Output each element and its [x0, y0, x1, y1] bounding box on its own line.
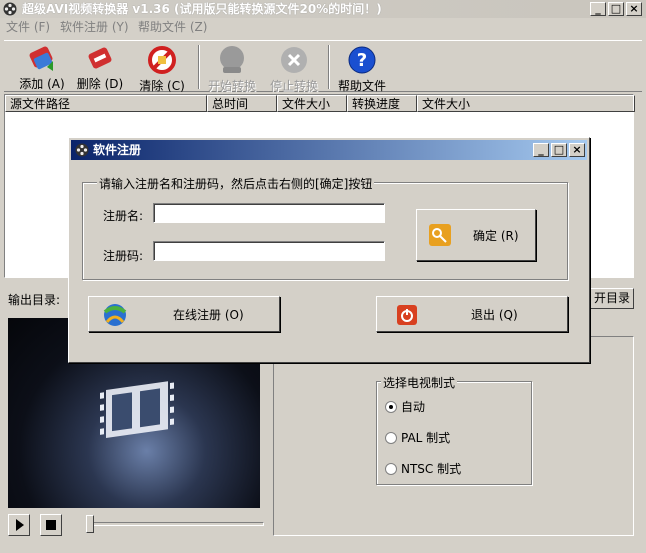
radio-pal-label: PAL 制式 [401, 431, 451, 445]
tv-standard-group: 选择电视制式 自动 PAL 制式 NTSC 制式 [376, 374, 532, 485]
help-button[interactable]: ? 帮助文件 [334, 43, 390, 93]
column-file-size[interactable]: 文件大小 [277, 95, 347, 112]
start-convert-button[interactable]: 开始转换 [204, 43, 260, 93]
column-total-time[interactable]: 总时间 [207, 95, 277, 112]
dialog-maximize-button[interactable]: □ [551, 143, 567, 157]
confirm-button[interactable]: 确定 (R) [416, 209, 536, 261]
help-question-icon: ? [348, 46, 376, 74]
player-controls [8, 514, 264, 536]
clear-button[interactable]: 清除 (C) [134, 43, 190, 93]
registration-dialog: 软件注册 _ □ × 请输入注册名和注册码，然后点击右侧的[确定]按钮 注册名:… [68, 137, 590, 363]
delete-button-label: 删除 (D) [76, 77, 124, 91]
online-register-button[interactable]: 在线注册 (O) [88, 296, 280, 332]
radio-ntsc-label: NTSC 制式 [401, 462, 462, 476]
menu-bar: 文件 (F) 软件注册 (Y) 帮助文件 (Z) [0, 18, 646, 37]
radio-pal-dot[interactable] [385, 431, 397, 444]
register-name-field[interactable] [153, 203, 385, 223]
play-icon [16, 519, 24, 531]
online-register-label: 在线注册 (O) [173, 307, 244, 322]
key-icon [429, 224, 451, 246]
code-label: 注册码: [103, 249, 144, 263]
stop-convert-label: 停止转换 [269, 79, 318, 93]
clear-prohibit-icon [148, 46, 176, 74]
online-register-icon [103, 304, 127, 326]
window-title: 超级AVI视频转换器 v1.36 (试用版只能转换源文件20%的时间！) [22, 2, 382, 16]
svg-text:?: ? [357, 50, 367, 71]
stop-convert-icon [281, 47, 307, 73]
dialog-minimize-button[interactable]: _ [533, 143, 549, 157]
register-code-field[interactable] [153, 241, 385, 261]
confirm-label: 确定 (R) [473, 228, 519, 243]
add-file-icon [29, 46, 53, 71]
stop-icon [46, 520, 56, 530]
start-convert-label: 开始转换 [207, 79, 256, 93]
radio-pal[interactable]: PAL 制式 [385, 429, 450, 446]
add-button-label: 添加 (A) [19, 77, 65, 91]
dialog-title: 软件注册 [93, 143, 142, 157]
register-group: 请输入注册名和注册码，然后点击右侧的[确定]按钮 注册名: 注册码: 确定 (R… [82, 175, 568, 280]
maximize-button[interactable]: □ [608, 2, 624, 16]
radio-auto-label: 自动 [401, 400, 426, 414]
delete-file-icon [88, 47, 112, 69]
settings-panel: 选择电视制式 自动 PAL 制式 NTSC 制式 [273, 336, 634, 536]
clear-button-label: 清除 (C) [139, 79, 185, 93]
register-instructions: 请输入注册名和注册码，然后点击右侧的[确定]按钮 [97, 175, 375, 192]
toolbar-separator [328, 45, 330, 89]
radio-auto-dot[interactable] [385, 400, 397, 413]
delete-button[interactable]: 删除 (D) [72, 43, 128, 93]
column-source-path[interactable]: 源文件路径 [5, 95, 207, 112]
seek-track[interactable] [88, 522, 264, 526]
close-button[interactable]: × [626, 2, 642, 16]
column-output-size[interactable]: 文件大小 [417, 95, 635, 112]
stop-button[interactable] [40, 514, 62, 536]
dialog-title-bar: 软件注册 _ □ × [71, 140, 587, 160]
power-icon [397, 305, 417, 325]
toolbar-separator [198, 45, 200, 89]
exit-button[interactable]: 退出 (Q) [376, 296, 568, 332]
start-convert-icon [220, 46, 244, 73]
radio-ntsc-dot[interactable] [385, 462, 397, 475]
film-reel-icon [75, 143, 89, 157]
film-reel-icon [3, 2, 17, 16]
seek-thumb[interactable] [86, 515, 94, 533]
toolbar: 添加 (A) 删除 (D) 清除 (C) 开始转换 停止转换 ? 帮助文件 [4, 40, 642, 93]
open-dir-button[interactable]: 开目录 [590, 288, 634, 309]
radio-auto[interactable]: 自动 [385, 398, 425, 415]
minimize-button[interactable]: _ [590, 2, 606, 16]
add-button[interactable]: 添加 (A) [14, 43, 70, 93]
tv-standard-title: 选择电视制式 [381, 374, 458, 391]
menu-help[interactable]: 帮助文件 (Z) [138, 18, 207, 37]
menu-register[interactable]: 软件注册 (Y) [60, 18, 129, 37]
play-button[interactable] [8, 514, 30, 536]
main-window: 超级AVI视频转换器 v1.36 (试用版只能转换源文件20%的时间！) _ □… [0, 0, 646, 553]
exit-label: 退出 (Q) [471, 307, 518, 322]
menu-file[interactable]: 文件 (F) [6, 18, 50, 37]
stop-convert-button[interactable]: 停止转换 [266, 43, 322, 93]
help-button-label: 帮助文件 [337, 79, 386, 93]
column-progress[interactable]: 转换进度 [347, 95, 417, 112]
list-header: 源文件路径 总时间 文件大小 转换进度 文件大小 [5, 95, 635, 112]
dialog-close-button[interactable]: × [569, 143, 585, 157]
radio-ntsc[interactable]: NTSC 制式 [385, 460, 461, 477]
output-dir-label: 输出目录: [8, 293, 61, 307]
title-bar: 超级AVI视频转换器 v1.36 (试用版只能转换源文件20%的时间！) _ □… [0, 0, 646, 18]
name-label: 注册名: [103, 209, 144, 223]
